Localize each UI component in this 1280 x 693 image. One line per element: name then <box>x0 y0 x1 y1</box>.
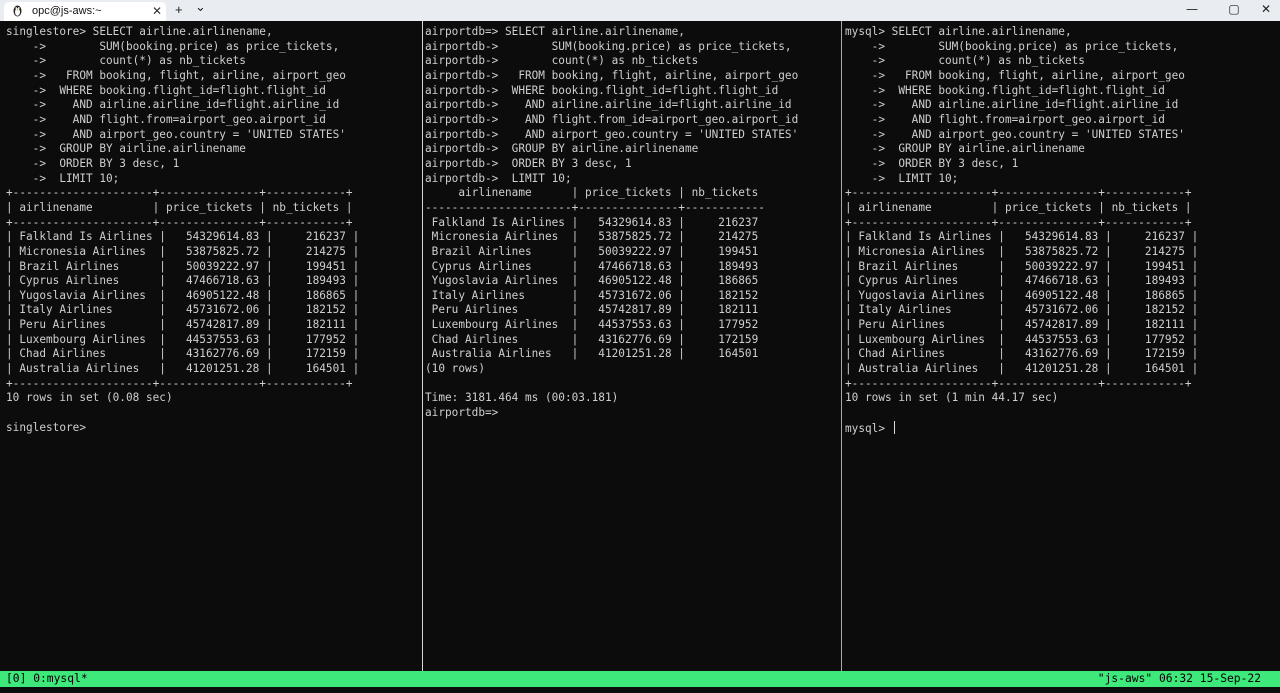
pane-divider-left[interactable] <box>422 21 423 671</box>
airportdb-pane[interactable]: airportdb=> SELECT airline.airlinename, … <box>425 25 838 670</box>
mysql-text: mysql> SELECT airline.airlinename, -> SU… <box>845 25 1199 435</box>
singlestore-pane[interactable]: singlestore> SELECT airline.airlinename,… <box>6 25 418 670</box>
minimize-button[interactable]: — <box>1178 2 1206 18</box>
maximize-button[interactable]: ▢ <box>1220 2 1248 18</box>
tab-dropdown-icon[interactable]: ⌄ <box>195 0 206 14</box>
pane-divider-right[interactable] <box>841 21 842 671</box>
tab-title: opc@js-aws:~ <box>32 5 102 17</box>
singlestore-output: singlestore> SELECT airline.airlinename,… <box>6 25 360 434</box>
status-host-time: "js-aws" 06:32 15-Sep-22 <box>1097 672 1261 685</box>
bottom-strip <box>0 687 1280 693</box>
linux-penguin-icon <box>12 4 23 21</box>
status-window-list[interactable]: [0] 0:mysql* <box>6 671 88 687</box>
terminal-cursor <box>893 420 895 434</box>
mysql-output: mysql> SELECT airline.airlinename, -> SU… <box>845 25 1266 436</box>
close-window-button[interactable]: ✕ <box>1252 2 1280 18</box>
new-tab-button[interactable]: + <box>175 3 183 17</box>
airportdb-output: airportdb=> SELECT airline.airlinename, … <box>425 25 799 420</box>
mysql-pane[interactable]: mysql> SELECT airline.airlinename, -> SU… <box>845 25 1275 670</box>
window-title-bar: opc@js-aws:~ ✕ + ⌄ — ▢ ✕ <box>0 0 1280 21</box>
tmux-status-bar: [0] 0:mysql* "js-aws" 06:32 15-Sep-22 <box>0 671 1280 687</box>
terminal-tab[interactable]: opc@js-aws:~ ✕ <box>4 2 166 21</box>
close-tab-icon[interactable]: ✕ <box>152 4 162 18</box>
